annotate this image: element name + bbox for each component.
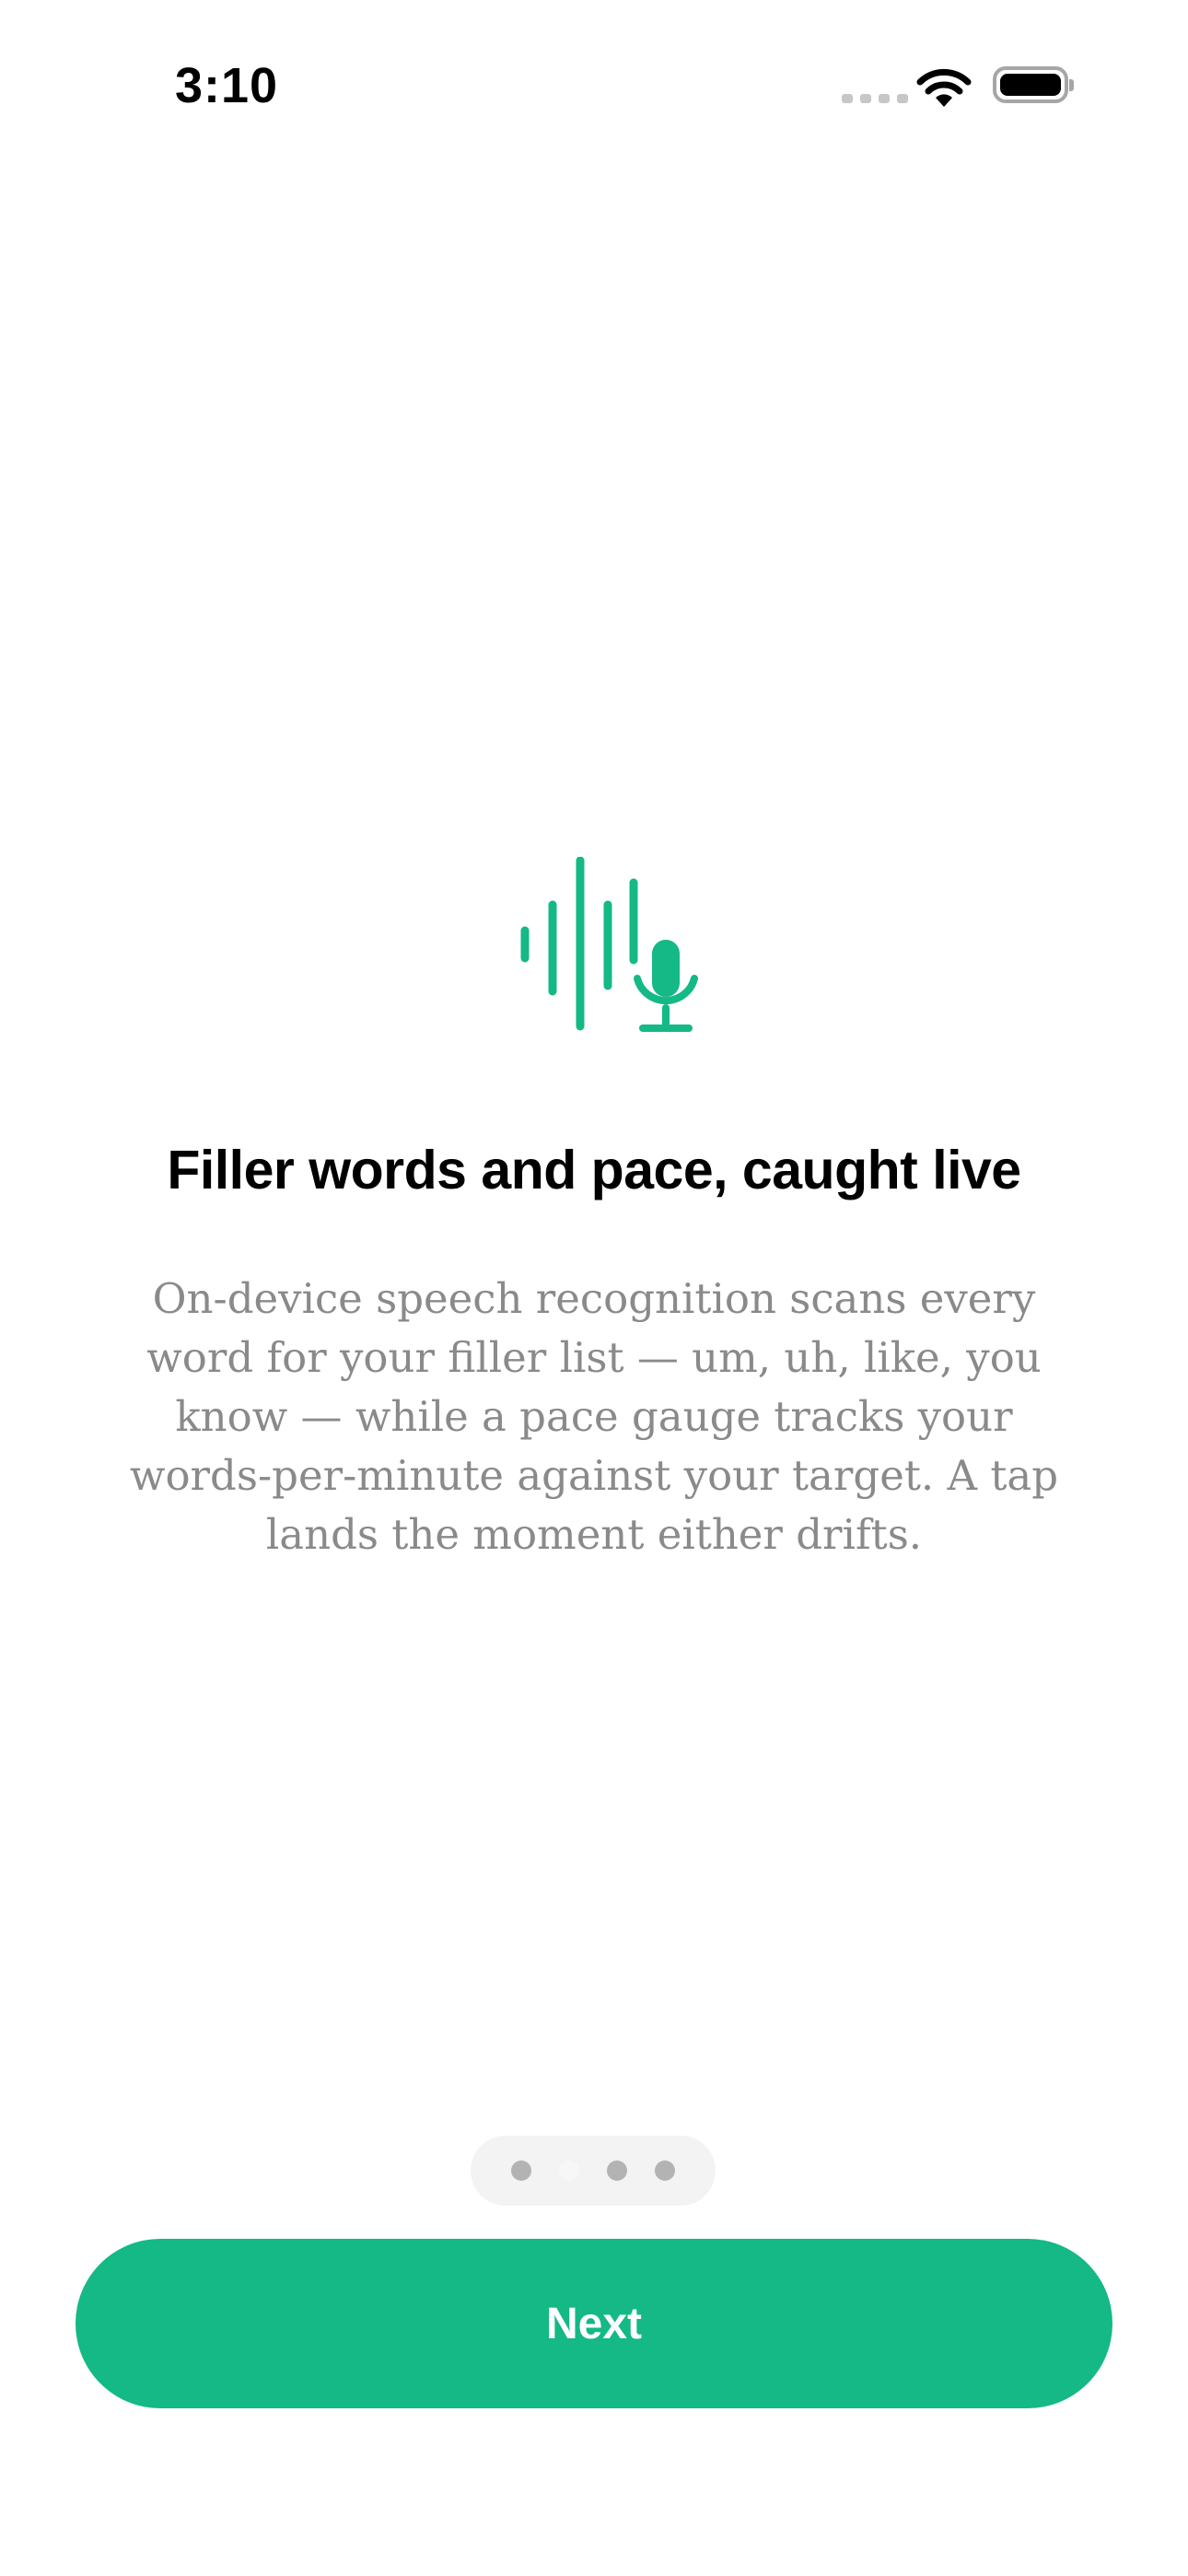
page-dot-2-current[interactable] [559,2160,579,2181]
page-indicator[interactable] [471,2136,716,2206]
page-dot-3[interactable] [607,2160,627,2181]
next-button[interactable]: Next [76,2239,1112,2408]
wifi-icon [916,68,972,107]
onboarding-title: Filler words and pace, caught live [167,1140,1021,1200]
status-bar: 3:10 [0,0,1188,175]
page-dot-4[interactable] [655,2160,675,2181]
status-time: 3:10 [175,58,279,113]
cellular-signal-icon [842,94,908,103]
onboarding-description: On-device speech recognition scans every… [129,1274,1059,1559]
page-dot-1[interactable] [511,2160,531,2181]
waveform-microphone-icon [520,857,698,1032]
battery-icon [993,66,1074,103]
